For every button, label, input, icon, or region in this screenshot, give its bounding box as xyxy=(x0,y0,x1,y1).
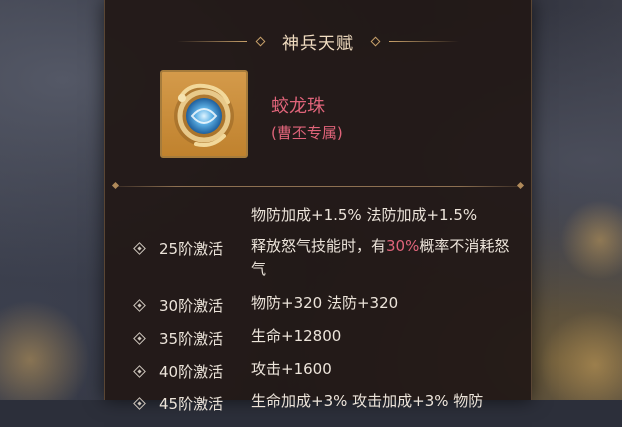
diamond-bullet-icon xyxy=(133,397,146,410)
item-name: 蛟龙珠 xyxy=(271,96,325,117)
tier-row-45: 45阶激活 生命加成+3% 攻击加成+3% 物防 xyxy=(133,392,531,427)
tier-description: 释放怒气技能时，有30%概率不消耗怒气 xyxy=(251,237,510,278)
diamond-bullet-icon xyxy=(133,242,146,255)
tier-description: 生命加成+3% 攻击加成+3% 物防 xyxy=(251,392,484,410)
tier-level: 35阶激活 xyxy=(159,330,224,348)
tier-row-30: 30阶激活 物防+320 法防+320 xyxy=(133,294,531,329)
diamond-bullet-icon xyxy=(133,365,146,378)
tier-level: 40阶激活 xyxy=(159,363,224,381)
section-divider xyxy=(111,181,525,190)
tier-level: 30阶激活 xyxy=(159,297,224,315)
item-subtitle: (曹丕专属) xyxy=(271,124,343,142)
title-ornament-left xyxy=(177,40,247,42)
diamond-icon xyxy=(370,36,381,46)
panel-header: 神兵天赋 xyxy=(105,26,531,56)
panel-title: 神兵天赋 xyxy=(282,33,354,54)
previous-tier-text: 物防加成+1.5% 法防加成+1.5% xyxy=(251,206,478,224)
diamond-bullet-icon xyxy=(133,299,146,312)
tier-description: 攻击+1600 xyxy=(251,360,332,378)
tier-description: 生命+12800 xyxy=(251,327,342,345)
tier-level: 25阶激活 xyxy=(159,240,224,258)
chance-highlight: 30% xyxy=(386,237,420,255)
diamond-bullet-icon xyxy=(133,332,146,345)
tier-description: 物防+320 法防+320 xyxy=(251,294,399,312)
tier-row-35: 35阶激活 生命+12800 xyxy=(133,327,531,362)
title-ornament-right xyxy=(389,40,459,42)
dragon-orb-icon[interactable] xyxy=(160,70,248,158)
tier-level: 45阶激活 xyxy=(159,395,224,413)
diamond-icon xyxy=(255,36,266,46)
tier-row-25: 25阶激活 释放怒气技能时，有30%概率不消耗怒气 xyxy=(133,237,531,278)
talent-panel[interactable]: 神兵天赋 蛟龙珠 (曹丕专属) 物防加成+1.5% 法防加成+1.5% 25阶激… xyxy=(104,0,532,413)
